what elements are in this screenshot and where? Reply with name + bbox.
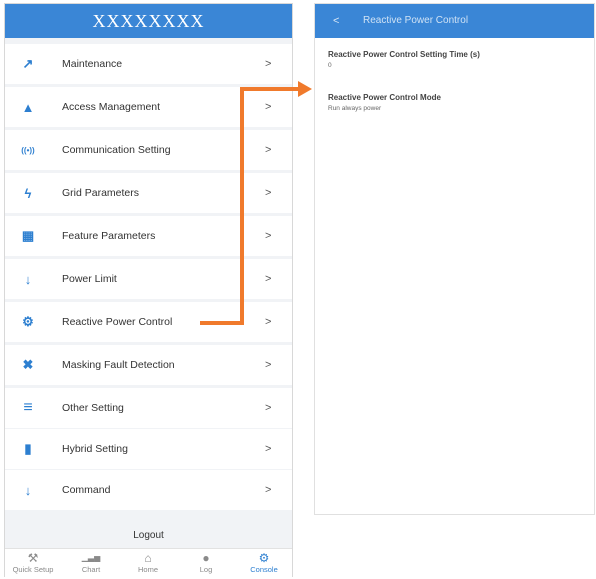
user-icon: ▲	[21, 99, 35, 115]
menu-item-reactive-power-control[interactable]: ⚙ Reactive Power Control >	[5, 302, 292, 342]
chevron-right-icon: >	[265, 402, 272, 414]
nav-label: Log	[199, 565, 213, 574]
right-phone-screen: < Reactive Power Control Reactive Power …	[314, 3, 595, 515]
menu-item-grid-parameters[interactable]: ϟ Grid Parameters >	[5, 173, 292, 213]
nav-label: Quick Setup	[12, 565, 54, 574]
menu-item-label: Feature Parameters	[62, 230, 156, 242]
battery-icon: ▮	[24, 441, 32, 456]
nav-label: Chart	[81, 565, 101, 574]
detail-title: Reactive Power Control	[363, 15, 469, 26]
menu-item-other-setting[interactable]: ≡ Other Setting >	[5, 388, 292, 428]
chevron-right-icon: >	[265, 316, 272, 328]
menu-item-maintenance[interactable]: ↗ Maintenance >	[5, 44, 292, 84]
nav-home[interactable]: ⌂ Home	[120, 551, 176, 579]
setting-value: 0	[328, 62, 332, 69]
nav-label: Home	[137, 565, 158, 574]
menu-item-label: Other Setting	[62, 402, 124, 414]
chevron-right-icon: >	[265, 359, 272, 371]
menu-item-masking-fault-detection[interactable]: ✖ Masking Fault Detection >	[5, 345, 292, 385]
tools-icon: ⚒	[27, 551, 39, 565]
menu-item-feature-parameters[interactable]: ▦ Feature Parameters >	[5, 216, 292, 256]
back-arrow-icon[interactable]: <	[333, 4, 339, 38]
logout-button[interactable]: Logout	[5, 524, 292, 548]
command-icon: ↓	[24, 482, 32, 498]
menu-item-communication-setting[interactable]: ((•)) Communication Setting >	[5, 130, 292, 170]
left-phone-screen: XXXXXXXX ↗ Maintenance > ▲ Access Manage…	[4, 3, 293, 579]
down-arrow-icon: ↓	[24, 271, 32, 287]
nav-chart[interactable]: ▁▃▅ Chart	[63, 551, 119, 579]
setting-title: Reactive Power Control Setting Time (s)	[328, 50, 480, 59]
menu-item-hybrid-setting[interactable]: ▮ Hybrid Setting >	[5, 429, 292, 469]
menu-item-label: Access Management	[62, 101, 161, 113]
chevron-right-icon: >	[265, 101, 272, 113]
menu-item-label: Hybrid Setting	[62, 443, 128, 455]
setting-item-mode[interactable]: Reactive Power Control Mode Run always p…	[328, 93, 578, 112]
info-icon: ●	[202, 551, 210, 565]
masking-icon: ✖	[22, 357, 34, 372]
chevron-right-icon: >	[265, 230, 272, 242]
lightning-icon: ϟ	[24, 185, 32, 201]
menu-item-command[interactable]: ↓ Command >	[5, 470, 292, 510]
nav-console[interactable]: ⚙ Console	[236, 551, 292, 579]
setting-title: Reactive Power Control Mode	[328, 93, 441, 102]
menu-item-label: Communication Setting	[62, 144, 171, 156]
chevron-right-icon: >	[265, 443, 272, 455]
menu-item-power-limit[interactable]: ↓ Power Limit >	[5, 259, 292, 299]
setting-value: Run always power	[328, 105, 382, 112]
gear-icon: ⚙	[22, 314, 34, 329]
menu-item-access-management[interactable]: ▲ Access Management >	[5, 87, 292, 127]
chevron-right-icon: >	[265, 273, 272, 285]
setting-item-time[interactable]: Reactive Power Control Setting Time (s) …	[328, 50, 578, 69]
arrowhead-icon	[298, 81, 312, 97]
nav-quick-setup[interactable]: ⚒ Quick Setup	[5, 551, 61, 579]
signal-icon: ((•))	[21, 145, 35, 155]
nav-label: Console	[250, 565, 278, 574]
wrench-icon: ↗	[22, 56, 34, 71]
chevron-right-icon: >	[265, 484, 272, 496]
menu-item-label: Power Limit	[62, 273, 117, 285]
menu-item-label: Reactive Power Control	[62, 316, 173, 328]
chevron-right-icon: >	[265, 144, 272, 156]
app-header-title: XXXXXXXX	[5, 4, 292, 38]
menu-item-label: Maintenance	[62, 58, 123, 70]
chevron-right-icon: >	[265, 187, 272, 199]
menu-item-label: Command	[62, 484, 111, 496]
detail-header: < Reactive Power Control	[315, 4, 594, 38]
grid-icon: ▦	[21, 228, 35, 243]
chart-icon: ▁▃▅	[81, 553, 101, 562]
home-icon: ⌂	[144, 551, 152, 565]
nav-log[interactable]: ● Log	[178, 551, 234, 579]
chevron-right-icon: >	[265, 58, 272, 70]
menu-item-label: Grid Parameters	[62, 187, 140, 199]
menu-lines-icon: ≡	[23, 399, 33, 416]
menu-item-label: Masking Fault Detection	[62, 359, 175, 371]
gear-icon: ⚙	[258, 551, 270, 565]
bottom-navigation: ⚒ Quick Setup ▁▃▅ Chart ⌂ Home ● Log ⚙ C…	[5, 548, 292, 579]
